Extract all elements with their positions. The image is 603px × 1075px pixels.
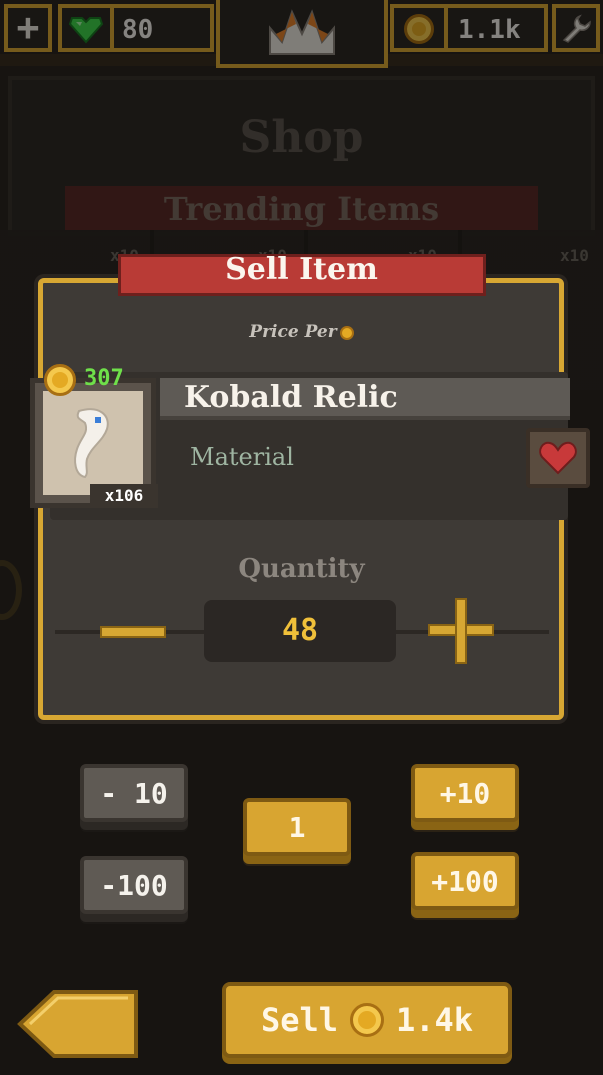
minus-icon xyxy=(100,626,166,638)
relic-icon xyxy=(74,408,109,479)
back-button[interactable] xyxy=(16,988,140,1060)
price-per-text: Price Per xyxy=(249,322,337,342)
item-type: Material xyxy=(190,443,294,471)
plus-10-button[interactable]: +10 xyxy=(411,764,519,822)
owned-count: x106 xyxy=(90,484,158,508)
price-per-label: Price Per xyxy=(0,322,603,342)
increase-quantity-button[interactable] xyxy=(428,598,494,664)
coin-icon xyxy=(339,325,354,340)
minus-100-button[interactable]: -100 xyxy=(80,856,188,914)
sell-label: Sell xyxy=(260,1001,338,1039)
sell-amount: 1.4k xyxy=(396,1001,474,1039)
plus-100-button[interactable]: +100 xyxy=(411,852,519,910)
item-name: Kobald Relic xyxy=(184,380,398,415)
item-thumbnail-bg xyxy=(43,391,143,495)
plus-icon-v xyxy=(455,598,467,664)
unit-price-value: 307 xyxy=(84,366,124,391)
minus-10-button[interactable]: - 10 xyxy=(80,764,188,822)
coin-icon xyxy=(350,1003,384,1037)
coin-icon xyxy=(44,364,76,396)
sell-button[interactable]: Sell 1.4k xyxy=(222,982,512,1058)
set-one-button[interactable]: 1 xyxy=(243,798,351,856)
back-arrow-icon xyxy=(17,990,138,1058)
decrease-quantity-button[interactable] xyxy=(100,614,166,650)
favorite-button[interactable] xyxy=(526,428,590,488)
quantity-label: Quantity xyxy=(238,554,365,584)
dialog-title: Sell Item xyxy=(225,252,378,287)
heart-icon xyxy=(539,441,577,475)
quantity-value[interactable]: 48 xyxy=(204,600,396,662)
unit-price: 307 xyxy=(44,364,138,396)
